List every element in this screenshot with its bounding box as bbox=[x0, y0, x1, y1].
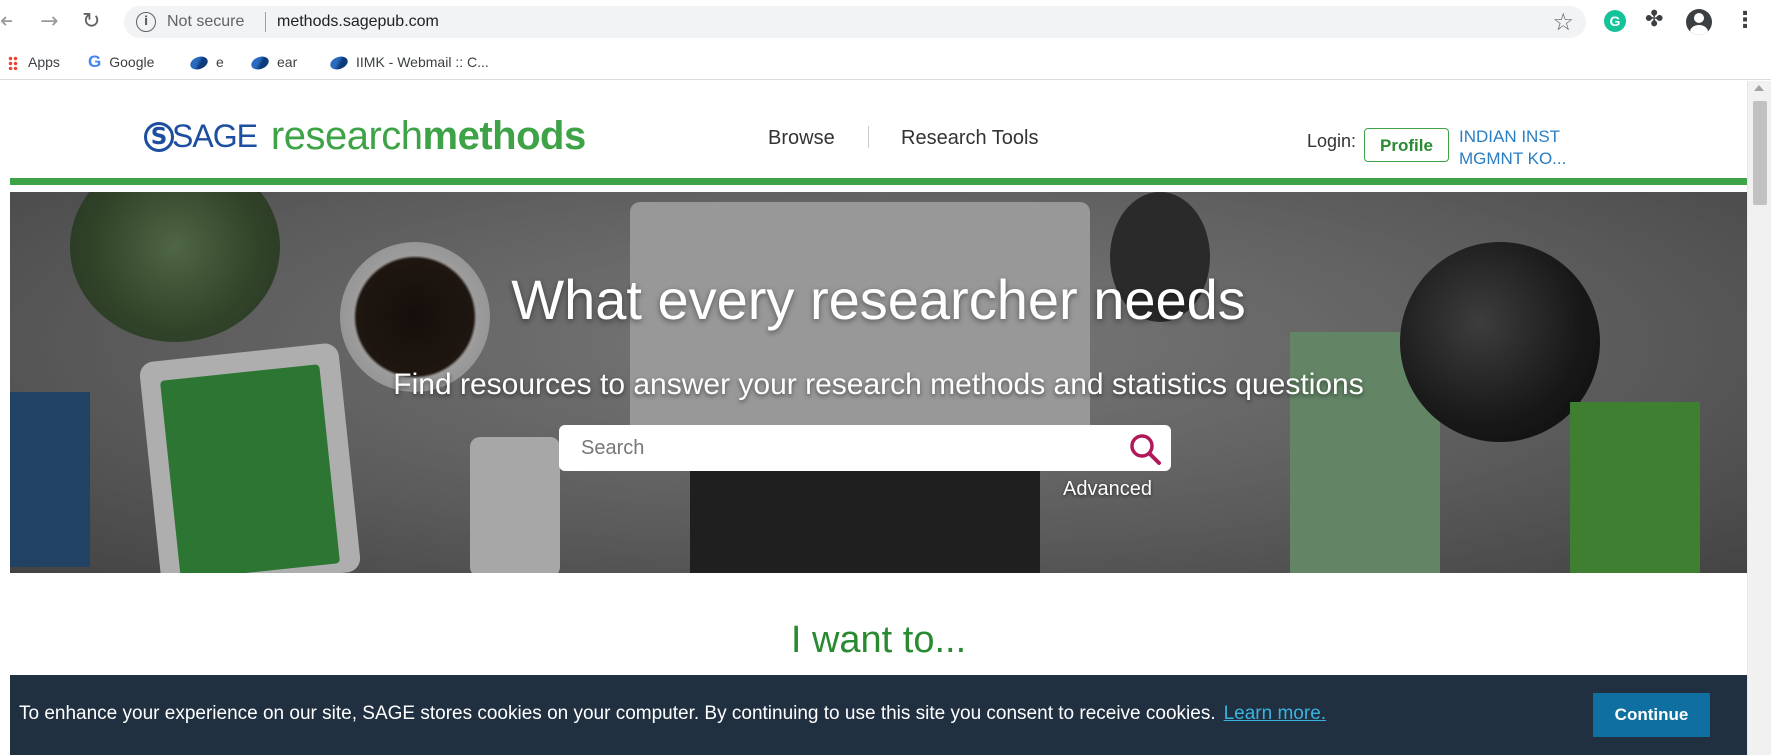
browser-menu-icon[interactable]: ⋮ bbox=[1734, 8, 1756, 33]
login-label: Login: bbox=[1307, 131, 1357, 151]
cookie-banner: To enhance your experience on our site, … bbox=[10, 675, 1747, 755]
address-divider bbox=[265, 12, 266, 32]
url-text[interactable]: methods.sagepub.com bbox=[277, 13, 439, 31]
site-header: S SAGE researchmethods Browse Research Too… bbox=[10, 81, 1747, 185]
bookmark-label: ear bbox=[277, 54, 298, 70]
browser-toolbar: ← → ↻ i Not secure methods.sagepub.com ☆… bbox=[0, 0, 1771, 44]
info-icon[interactable]: i bbox=[136, 12, 156, 32]
bookmark-label: e bbox=[216, 54, 224, 70]
hero-title: What every researcher needs bbox=[511, 268, 1246, 331]
bookmark-iimk-webmail[interactable]: IIMK - Webmail :: C... bbox=[328, 50, 489, 74]
cookie-message: To enhance your experience on our site, … bbox=[19, 703, 1326, 725]
advanced-search-link[interactable]: Advanced bbox=[1063, 478, 1152, 501]
bookmarks-bar: Apps G Google e ear IIMK - Webmail :: C..… bbox=[0, 44, 1771, 80]
sage-research-methods-logo[interactable]: S SAGE researchmethods bbox=[144, 114, 586, 159]
search-input[interactable] bbox=[559, 425, 1119, 471]
learn-more-link[interactable]: Learn more. bbox=[1224, 703, 1326, 724]
continue-button[interactable]: Continue bbox=[1593, 693, 1710, 737]
nav-research-tools[interactable]: Research Tools bbox=[901, 127, 1038, 150]
i-want-to-heading: I want to... bbox=[790, 619, 967, 661]
cookie-text: To enhance your experience on our site, … bbox=[19, 703, 1216, 724]
back-arrow-icon[interactable]: ← bbox=[0, 8, 12, 36]
site-favicon-icon bbox=[328, 54, 350, 73]
logo-sage-text: SAGE bbox=[172, 118, 258, 154]
browser-profile-icon[interactable] bbox=[1686, 9, 1712, 35]
bookmark-e[interactable]: e bbox=[188, 50, 224, 74]
apps-grid-icon bbox=[8, 56, 18, 71]
nav-browse[interactable]: Browse bbox=[768, 127, 835, 150]
nav-divider bbox=[868, 126, 869, 148]
search-icon[interactable] bbox=[1127, 431, 1163, 467]
bookmark-apps[interactable]: Apps bbox=[8, 50, 60, 74]
site-favicon-icon bbox=[188, 54, 210, 73]
institution-line-2: MGMNT KO... bbox=[1459, 149, 1567, 168]
bookmark-label: Google bbox=[109, 54, 155, 70]
institution-line-1: INDIAN INST bbox=[1459, 127, 1561, 146]
logo-methods-text: methods bbox=[422, 114, 587, 158]
google-icon: G bbox=[88, 52, 102, 71]
not-secure-label[interactable]: Not secure bbox=[167, 13, 244, 31]
site-favicon-icon bbox=[249, 54, 271, 73]
web-page: S SAGE researchmethods Browse Research Too… bbox=[10, 81, 1747, 755]
reload-icon[interactable]: ↻ bbox=[82, 8, 100, 36]
profile-button[interactable]: Profile bbox=[1364, 128, 1449, 162]
logo-research-text: research bbox=[270, 114, 423, 158]
scroll-up-arrow-icon[interactable] bbox=[1754, 85, 1764, 91]
forward-arrow-icon[interactable]: → bbox=[40, 8, 58, 36]
hero-banner: What every researcher needs Find resourc… bbox=[10, 192, 1747, 573]
bookmark-google[interactable]: G Google bbox=[88, 50, 154, 74]
browser-window: ← → ↻ i Not secure methods.sagepub.com ☆… bbox=[0, 0, 1771, 755]
scrollbar-thumb[interactable] bbox=[1753, 101, 1767, 205]
sage-s-logo-icon: S bbox=[144, 121, 174, 152]
grammarly-extension-icon[interactable]: G bbox=[1604, 10, 1626, 32]
hero-subtitle: Find resources to answer your research m… bbox=[393, 368, 1364, 401]
institution-link[interactable]: INDIAN INST MGMNT KO... bbox=[1459, 126, 1566, 170]
bookmark-ear[interactable]: ear bbox=[249, 50, 298, 74]
address-bar[interactable]: i Not secure methods.sagepub.com ☆ bbox=[124, 6, 1586, 38]
bookmark-label: IIMK - Webmail :: C... bbox=[356, 54, 489, 70]
bookmark-star-icon[interactable]: ☆ bbox=[1552, 8, 1574, 36]
page-scrollbar[interactable] bbox=[1747, 81, 1771, 755]
extensions-puzzle-icon[interactable]: ✤ bbox=[1645, 7, 1663, 32]
search-box bbox=[559, 425, 1171, 471]
bookmark-label: Apps bbox=[28, 54, 60, 70]
